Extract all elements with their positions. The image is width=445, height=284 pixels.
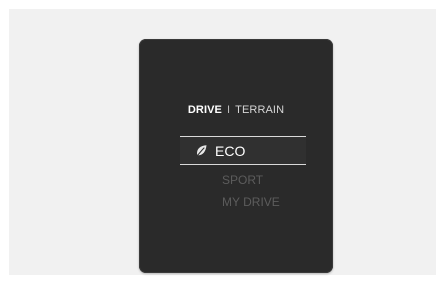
mode-tab-header: DRIVE I TERRAIN	[139, 104, 333, 116]
tab-separator: I	[226, 104, 231, 116]
mode-option-sport[interactable]: SPORT	[222, 173, 416, 187]
tab-terrain[interactable]: TERRAIN	[235, 104, 284, 116]
drive-mode-display: DRIVE I TERRAIN ECO SPORT MY DRIVE	[139, 39, 333, 273]
mode-label-eco: ECO	[215, 143, 246, 159]
mode-option-my-drive[interactable]: MY DRIVE	[222, 195, 416, 209]
mode-option-eco[interactable]: ECO	[180, 136, 306, 165]
figure-background: DRIVE I TERRAIN ECO SPORT MY DRIVE	[9, 9, 436, 275]
leaf-icon	[195, 145, 207, 158]
tab-drive[interactable]: DRIVE	[188, 104, 222, 116]
